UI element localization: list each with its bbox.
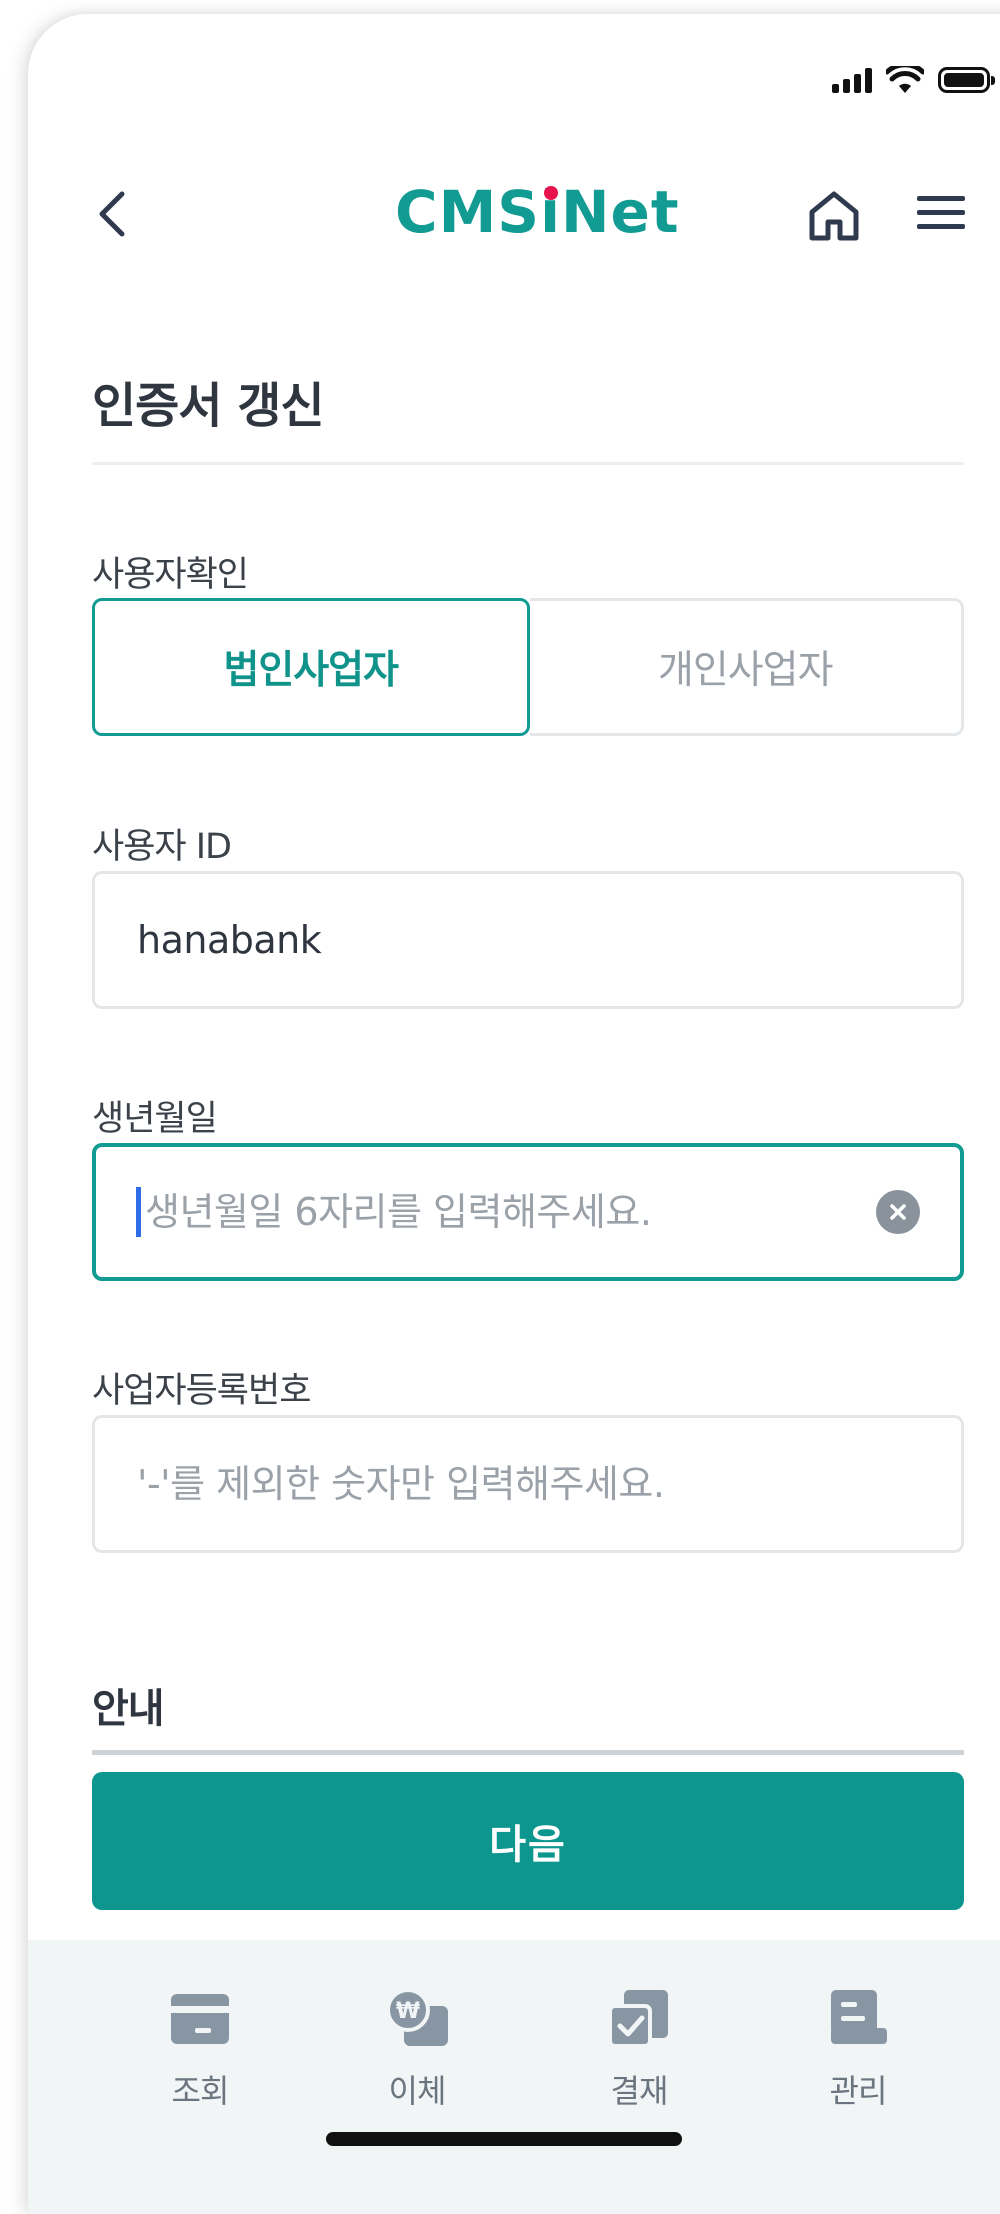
svg-text:₩: ₩ bbox=[396, 1999, 420, 2024]
tab-inquiry[interactable]: 조회 bbox=[140, 1988, 260, 2112]
notice-title: 안내 bbox=[92, 1686, 165, 1732]
user-id-input[interactable] bbox=[135, 917, 921, 963]
logo-prefix: CMS bbox=[395, 178, 541, 246]
menu-button[interactable] bbox=[914, 188, 968, 238]
user-id-label: 사용자 ID bbox=[92, 827, 232, 867]
card-icon bbox=[171, 1994, 229, 2044]
user-check-label: 사용자확인 bbox=[92, 555, 249, 595]
app-header: CMSiNet bbox=[28, 174, 1000, 254]
approval-check-icon bbox=[608, 1990, 668, 2048]
status-bar bbox=[832, 66, 995, 94]
home-icon bbox=[809, 191, 859, 241]
individual-business-option[interactable]: 개인사업자 bbox=[529, 598, 964, 736]
back-button[interactable] bbox=[86, 184, 146, 244]
birthdate-input[interactable] bbox=[143, 1189, 860, 1235]
birthdate-label: 생년월일 bbox=[92, 1099, 218, 1139]
cmsinet-logo: CMSiNet bbox=[395, 178, 680, 246]
battery-icon bbox=[938, 67, 995, 93]
text-caret bbox=[136, 1187, 141, 1237]
corporate-business-option[interactable]: 법인사업자 bbox=[92, 598, 530, 736]
close-icon bbox=[890, 1204, 906, 1220]
page-title: 인증서 갱신 bbox=[92, 378, 325, 434]
signal-icon bbox=[832, 67, 872, 93]
business-number-input[interactable] bbox=[135, 1461, 921, 1507]
tab-approval[interactable]: 결재 bbox=[579, 1988, 699, 2112]
bottom-tab-bar: 조회 ₩ 이체 결재 관리 bbox=[28, 1940, 1000, 2214]
business-type-segment: 법인사업자 개인사업자 bbox=[92, 598, 964, 736]
tab-transfer[interactable]: ₩ 이체 bbox=[357, 1988, 477, 2112]
won-transfer-icon: ₩ bbox=[386, 1988, 448, 2046]
clear-input-button[interactable] bbox=[876, 1190, 920, 1234]
logo-i: i bbox=[540, 178, 561, 246]
logo-suffix: Net bbox=[560, 178, 680, 246]
tab-label: 결재 bbox=[610, 2072, 669, 2110]
phone-screen: CMSiNet 인증서 갱신 사용자확인 법인사업자 개인사업자 사용자 ID … bbox=[28, 14, 1000, 2214]
title-divider bbox=[92, 462, 964, 465]
wifi-icon bbox=[886, 66, 924, 93]
tab-label: 이체 bbox=[388, 2072, 447, 2110]
user-id-field bbox=[92, 871, 964, 1009]
home-indicator bbox=[326, 2132, 682, 2146]
tab-label: 조회 bbox=[171, 2072, 230, 2110]
management-icon bbox=[831, 1990, 887, 2044]
birthdate-field bbox=[92, 1143, 964, 1281]
hamburger-menu-icon bbox=[917, 196, 965, 229]
business-number-label: 사업자등록번호 bbox=[92, 1371, 311, 1411]
chevron-left-icon bbox=[99, 191, 125, 237]
tab-management[interactable]: 관리 bbox=[798, 1988, 918, 2112]
tab-label: 관리 bbox=[829, 2072, 888, 2110]
business-number-field bbox=[92, 1415, 964, 1553]
notice-divider bbox=[92, 1750, 964, 1755]
home-button[interactable] bbox=[804, 186, 864, 246]
next-button[interactable]: 다음 bbox=[92, 1772, 964, 1910]
